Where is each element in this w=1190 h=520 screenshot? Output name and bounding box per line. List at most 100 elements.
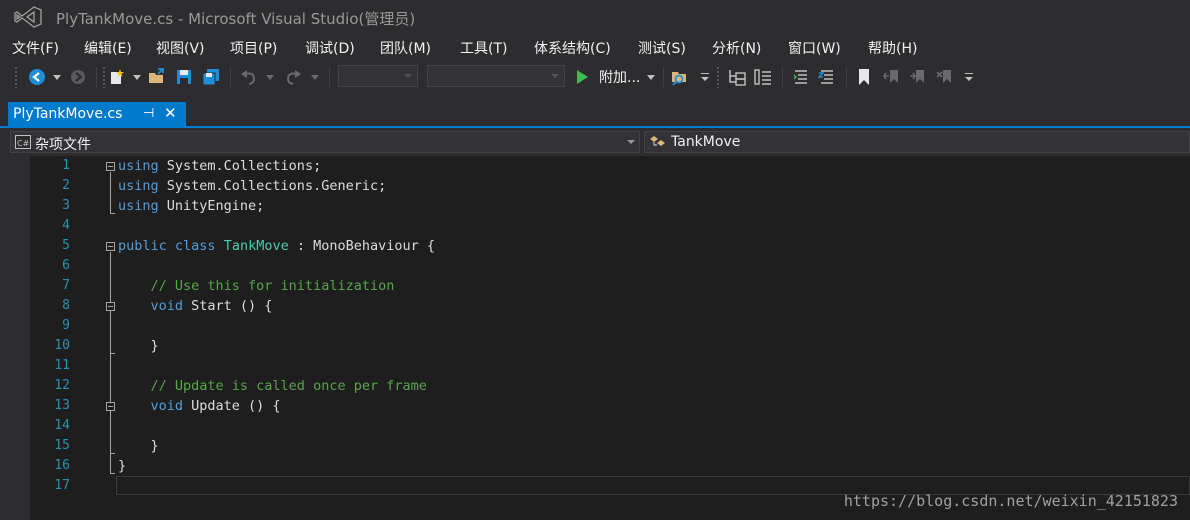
code-line[interactable] xyxy=(118,418,183,434)
forward-arrow-icon xyxy=(71,70,85,84)
toolbar-overflow-button[interactable] xyxy=(962,66,976,88)
overflow-dropdown-button[interactable] xyxy=(698,66,712,88)
menu-test[interactable]: 测试(S) xyxy=(638,38,686,58)
attach-dropdown-button[interactable] xyxy=(645,66,657,88)
menu-tools[interactable]: 工具(T) xyxy=(460,38,507,58)
code-token: } xyxy=(118,338,159,354)
code-token: // Use this for initialization xyxy=(118,278,395,294)
open-folder-icon xyxy=(149,68,164,83)
code-line[interactable]: using UnityEngine; xyxy=(118,198,264,214)
open-file-button[interactable] xyxy=(147,66,167,88)
new-dropdown-button[interactable] xyxy=(131,66,143,88)
attach-label[interactable]: 附加... xyxy=(599,67,640,87)
menu-window[interactable]: 窗口(W) xyxy=(788,38,841,58)
collapse-class-icon[interactable] xyxy=(106,242,115,251)
back-dropdown-button[interactable] xyxy=(51,66,63,88)
code-line[interactable]: void Update () { xyxy=(118,398,281,414)
redo-button[interactable] xyxy=(282,66,304,88)
code-line[interactable]: // Update is called once per frame xyxy=(118,378,427,394)
svg-text:C#: C# xyxy=(17,139,30,148)
toolbar-grip[interactable] xyxy=(102,66,106,88)
undo-icon xyxy=(241,70,256,85)
next-bookmark-button[interactable] xyxy=(907,66,929,88)
code-editor[interactable]: 1 2 3 4 5 6 7 8 9 10 11 12 13 14 15 16 17 using System.C… xyxy=(8,156,1190,520)
code-line[interactable]: using System.Collections.Generic; xyxy=(118,178,386,194)
line-number: 5 xyxy=(62,238,70,253)
save-all-button[interactable] xyxy=(200,66,222,88)
menu-team[interactable]: 团队(M) xyxy=(380,38,431,58)
new-project-button[interactable] xyxy=(107,66,127,88)
undo-dropdown-button[interactable] xyxy=(264,66,276,88)
line-number: 7 xyxy=(62,278,70,293)
clear-bookmarks-button[interactable] xyxy=(934,66,956,88)
back-arrow-icon xyxy=(29,69,45,85)
code-line[interactable]: } xyxy=(118,438,159,454)
chevron-down-icon xyxy=(647,74,655,80)
line-number: 15 xyxy=(54,438,70,453)
navigate-back-button[interactable] xyxy=(27,66,47,88)
menu-bar: 文件(F) 编辑(E) 视图(V) 项目(P) 调试(D) 团队(M) 工具(T… xyxy=(0,35,1190,61)
comment-lines-icon xyxy=(793,70,807,84)
redo-dropdown-button[interactable] xyxy=(309,66,321,88)
solution-explorer-button[interactable] xyxy=(726,66,748,88)
collapse-using-region-icon[interactable] xyxy=(106,162,115,171)
navigation-bar: C# 杂项文件 TankMove xyxy=(8,130,1190,154)
previous-bookmark-button[interactable] xyxy=(881,66,903,88)
menu-architecture[interactable]: 体系结构(C) xyxy=(534,38,611,58)
solution-configuration-combo[interactable] xyxy=(338,65,418,87)
code-token: void xyxy=(150,398,184,414)
code-line[interactable]: public class TankMove : MonoBehaviour { xyxy=(118,238,435,254)
properties-button[interactable] xyxy=(752,66,774,88)
previous-bookmark-icon xyxy=(883,70,898,83)
code-line[interactable]: } xyxy=(118,338,159,354)
tab-plytankmove[interactable]: PlyTankMove.cs ⊣ ✕ xyxy=(8,102,186,128)
close-icon[interactable]: ✕ xyxy=(164,104,177,122)
code-line[interactable]: } xyxy=(118,458,126,474)
menu-debug[interactable]: 调试(D) xyxy=(305,38,355,58)
class-dropdown[interactable]: TankMove xyxy=(644,131,1190,153)
code-line[interactable]: // Use this for initialization xyxy=(118,278,395,294)
line-number: 9 xyxy=(62,318,70,333)
code-line[interactable]: using System.Collections; xyxy=(118,158,321,174)
menu-analyze[interactable]: 分析(N) xyxy=(712,38,761,58)
undo-button[interactable] xyxy=(238,66,260,88)
save-button[interactable] xyxy=(174,66,194,88)
find-in-files-button[interactable] xyxy=(670,66,692,88)
comment-out-button[interactable] xyxy=(790,66,812,88)
toolbar-grip[interactable] xyxy=(14,66,18,88)
menu-view[interactable]: 视图(V) xyxy=(156,38,205,58)
uncomment-button[interactable] xyxy=(816,66,838,88)
toggle-bookmark-button[interactable] xyxy=(854,66,874,88)
line-number: 11 xyxy=(54,358,70,373)
save-all-icon xyxy=(202,69,219,86)
window-title: PlyTankMove.cs - Microsoft Visual Studio… xyxy=(56,10,416,28)
watermark-url: https://blog.csdn.net/weixin_42151823 xyxy=(843,492,1178,510)
menu-project[interactable]: 项目(P) xyxy=(230,38,277,58)
code-line[interactable]: void Start () { xyxy=(118,298,273,314)
outline-guide xyxy=(110,252,111,474)
code-line[interactable] xyxy=(118,318,183,334)
solution-platform-combo[interactable] xyxy=(427,65,565,87)
toolbar-separator xyxy=(846,67,847,87)
menu-help[interactable]: 帮助(H) xyxy=(868,38,917,58)
toolbar-grip[interactable] xyxy=(716,66,720,88)
project-dropdown[interactable]: C# 杂项文件 xyxy=(10,131,640,153)
outline-end-tick xyxy=(110,213,115,214)
outline-end-tick xyxy=(110,353,115,354)
line-number: 10 xyxy=(54,338,70,353)
line-number: 13 xyxy=(54,398,70,413)
navigate-forward-button[interactable] xyxy=(68,66,88,88)
menu-edit[interactable]: 编辑(E) xyxy=(84,38,132,58)
collapse-start-method-icon[interactable] xyxy=(106,302,115,311)
properties-icon xyxy=(754,69,771,85)
menu-file[interactable]: 文件(F) xyxy=(12,38,59,58)
redo-icon xyxy=(286,70,301,85)
toolbar-separator xyxy=(329,67,330,87)
pin-icon[interactable]: ⊣ xyxy=(143,106,154,121)
class-label: TankMove xyxy=(671,134,741,150)
chevron-down-icon xyxy=(701,73,709,81)
start-debugging-button[interactable] xyxy=(573,66,591,88)
collapse-update-method-icon[interactable] xyxy=(106,402,115,411)
play-icon xyxy=(577,70,588,84)
